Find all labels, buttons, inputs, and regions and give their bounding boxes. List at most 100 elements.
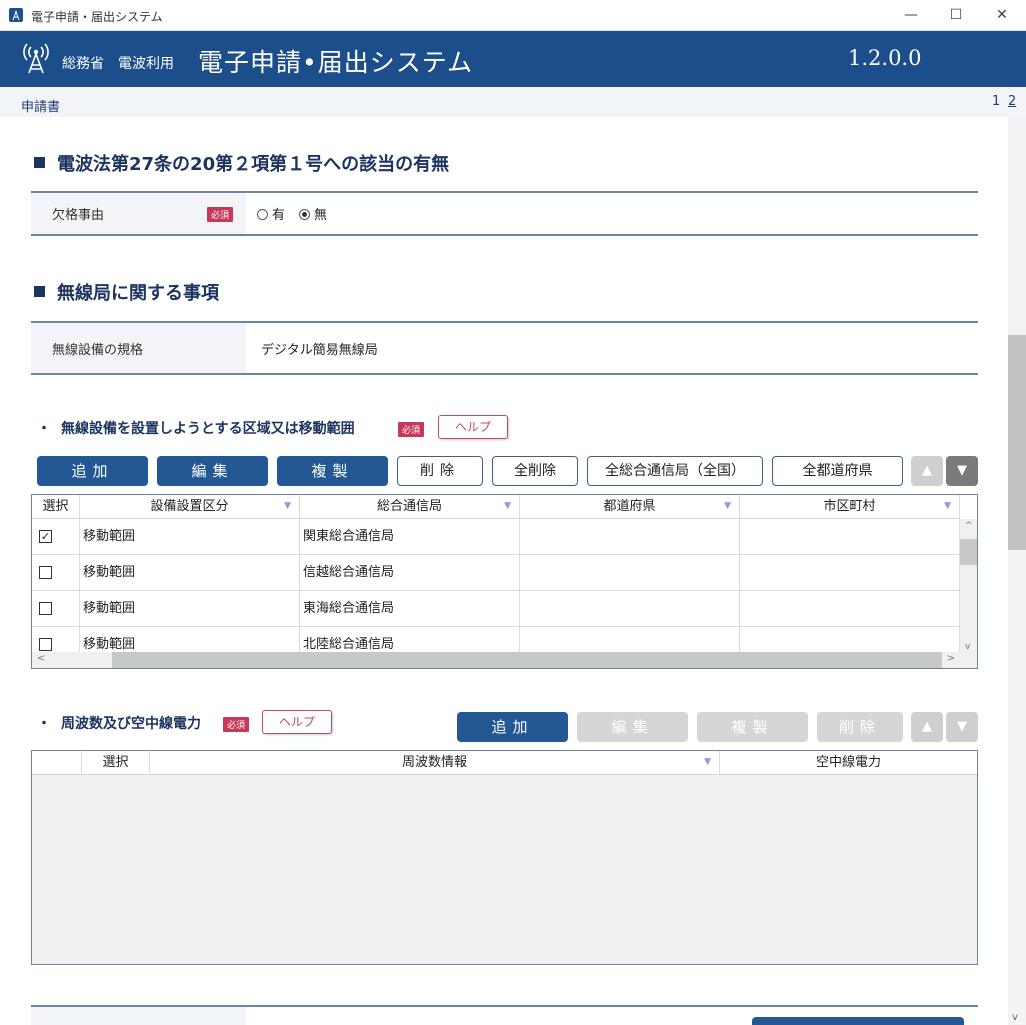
section-title-radio-station: 無線局に関する事項: [34, 279, 219, 305]
frequency-table-header: 選択 周波数情報 ▼ 空中線電力: [32, 751, 977, 775]
table-row[interactable]: ✓ 移動範囲 関東総合通信局: [32, 519, 960, 555]
sort-icon[interactable]: ▼: [504, 495, 511, 518]
area-table-header: 選択 設備設置区分 ▼ 総合通信局 ▼ 都道府県 ▼ 市区町村 ▼: [32, 495, 960, 519]
page-link-2[interactable]: 2: [1008, 94, 1016, 109]
area-move-up-button[interactable]: ▲: [911, 456, 943, 486]
disqualification-options: 有 無: [257, 193, 327, 234]
section-title-disqualification: 電波法第27条の20第２項第１号への該当の有無: [34, 150, 449, 176]
row-checkbox[interactable]: [39, 566, 52, 579]
row-checkbox[interactable]: [39, 602, 52, 615]
frequency-delete-button[interactable]: 削除: [817, 712, 903, 742]
radio-use-label: 電波利用: [118, 56, 174, 72]
radio-option-yes[interactable]: 有: [257, 204, 285, 223]
page-scroll-down-icon[interactable]: v: [1012, 1012, 1018, 1023]
column-header-select: 選択: [82, 751, 150, 775]
column-header-city[interactable]: 市区町村 ▼: [740, 495, 960, 519]
frequency-subtitle: ・周波数及び空中線電力: [37, 716, 201, 732]
equipment-standard-row: 無線設備の規格 デジタル簡易無線局: [31, 321, 978, 375]
scroll-left-icon[interactable]: <: [37, 653, 45, 664]
column-header-blank: [32, 751, 82, 775]
column-header-prefecture[interactable]: 都道府県 ▼: [520, 495, 740, 519]
area-add-button[interactable]: 追加: [37, 456, 148, 486]
cell-city: [740, 591, 960, 627]
column-header-bureau[interactable]: 総合通信局 ▼: [300, 495, 520, 519]
square-bullet-icon: [34, 286, 45, 297]
square-bullet-icon: [34, 157, 45, 168]
area-table: 選択 設備設置区分 ▼ 総合通信局 ▼ 都道府県 ▼ 市区町村 ▼ ✓ 移動範囲 関東総…: [31, 494, 978, 669]
page-scrollbar[interactable]: v: [1008, 117, 1026, 1025]
cell-prefecture: [520, 519, 740, 555]
cell-bureau: 関東総合通信局: [300, 519, 520, 555]
area-delete-all-button[interactable]: 全削除: [492, 456, 578, 486]
system-title: 電子申請•届出システム: [198, 48, 473, 77]
next-section-button[interactable]: [752, 1017, 964, 1025]
app-icon: [9, 8, 23, 22]
version-label: 1.2.0.0: [848, 46, 922, 70]
sort-icon[interactable]: ▼: [704, 751, 711, 774]
area-table-hscrollbar[interactable]: < >: [32, 652, 977, 668]
disqualification-row: 欠格事由 必須 有 無: [31, 191, 978, 236]
cell-bureau: 東海総合通信局: [300, 591, 520, 627]
scroll-up-icon[interactable]: ^: [965, 521, 973, 531]
equipment-standard-value: デジタル簡易無線局: [261, 342, 378, 358]
frequency-table: 選択 周波数情報 ▼ 空中線電力: [31, 750, 978, 965]
maximize-button[interactable]: ☐: [936, 4, 976, 26]
page-link-1[interactable]: 1: [992, 94, 1000, 109]
radio-no[interactable]: [299, 209, 311, 220]
vscroll-thumb[interactable]: [960, 539, 977, 565]
column-header-category[interactable]: 設備設置区分 ▼: [80, 495, 300, 519]
cell-city: [740, 555, 960, 591]
cell-city: [740, 519, 960, 555]
frequency-move-down-button[interactable]: ▼: [946, 712, 978, 742]
area-table-vscrollbar[interactable]: ^ v: [960, 519, 977, 654]
column-header-power: 空中線電力: [815, 755, 881, 770]
area-move-down-button[interactable]: ▼: [946, 456, 978, 486]
frequency-help-button[interactable]: ヘルプ: [262, 710, 332, 734]
sort-icon[interactable]: ▼: [724, 495, 731, 518]
frequency-move-up-button[interactable]: ▲: [911, 712, 943, 742]
cell-category: 移動範囲: [80, 591, 300, 627]
area-required-badge: 必須: [398, 422, 425, 437]
column-header-select: 選択: [32, 495, 80, 519]
ministry-label: 総務省: [62, 56, 104, 72]
table-row[interactable]: 移動範囲 信越総合通信局: [32, 555, 960, 591]
cell-prefecture: [520, 555, 740, 591]
close-button[interactable]: ✕: [982, 4, 1022, 26]
scroll-right-icon[interactable]: >: [947, 653, 955, 664]
app-header: 総務省 電波利用 電子申請•届出システム 1.2.0.0: [0, 31, 1026, 87]
window-title: 電子申請・届出システム: [31, 10, 163, 24]
frequency-required-badge: 必須: [223, 717, 250, 732]
table-row[interactable]: 移動範囲 東海総合通信局: [32, 591, 960, 627]
equipment-standard-label: 無線設備の規格: [31, 323, 246, 373]
area-help-button[interactable]: ヘルプ: [438, 415, 508, 439]
cell-bureau: 信越総合通信局: [300, 555, 520, 591]
window-titlebar: 電子申請・届出システム — ☐ ✕: [0, 0, 1026, 31]
antenna-icon: [23, 43, 49, 74]
hscroll-thumb[interactable]: [112, 652, 942, 668]
document-bar: 申請書 1 2: [0, 87, 1026, 117]
form-content: 電波法第27条の20第２項第１号への該当の有無 欠格事由 必須 有 無 無線局に…: [0, 117, 1008, 1025]
area-edit-button[interactable]: 編集: [157, 456, 268, 486]
row-checkbox[interactable]: [39, 638, 52, 651]
sort-icon[interactable]: ▼: [284, 495, 291, 518]
area-copy-button[interactable]: 複製: [277, 456, 388, 486]
frequency-copy-button[interactable]: 複製: [697, 712, 808, 742]
area-delete-button[interactable]: 削除: [397, 456, 483, 486]
minimize-button[interactable]: —: [891, 4, 931, 26]
required-badge: 必須: [207, 207, 234, 222]
radio-option-no[interactable]: 無: [299, 204, 327, 223]
all-prefectures-button[interactable]: 全都道府県: [772, 456, 903, 486]
radio-yes[interactable]: [257, 209, 268, 220]
sort-icon[interactable]: ▼: [944, 495, 951, 518]
row-checkbox[interactable]: ✓: [39, 530, 52, 543]
column-header-frequency[interactable]: 周波数情報 ▼: [150, 751, 720, 775]
frequency-edit-button[interactable]: 編集: [577, 712, 688, 742]
next-section-label: [31, 1007, 246, 1025]
scroll-down-icon[interactable]: v: [965, 642, 970, 652]
page-scroll-thumb[interactable]: [1008, 335, 1026, 550]
frequency-add-button[interactable]: 追加: [457, 712, 568, 742]
area-subtitle: ・無線設備を設置しようとする区域又は移動範囲: [37, 421, 355, 437]
cell-category: 移動範囲: [80, 555, 300, 591]
all-bureaus-button[interactable]: 全総合通信局（全国）: [587, 456, 763, 486]
cell-category: 移動範囲: [80, 519, 300, 555]
